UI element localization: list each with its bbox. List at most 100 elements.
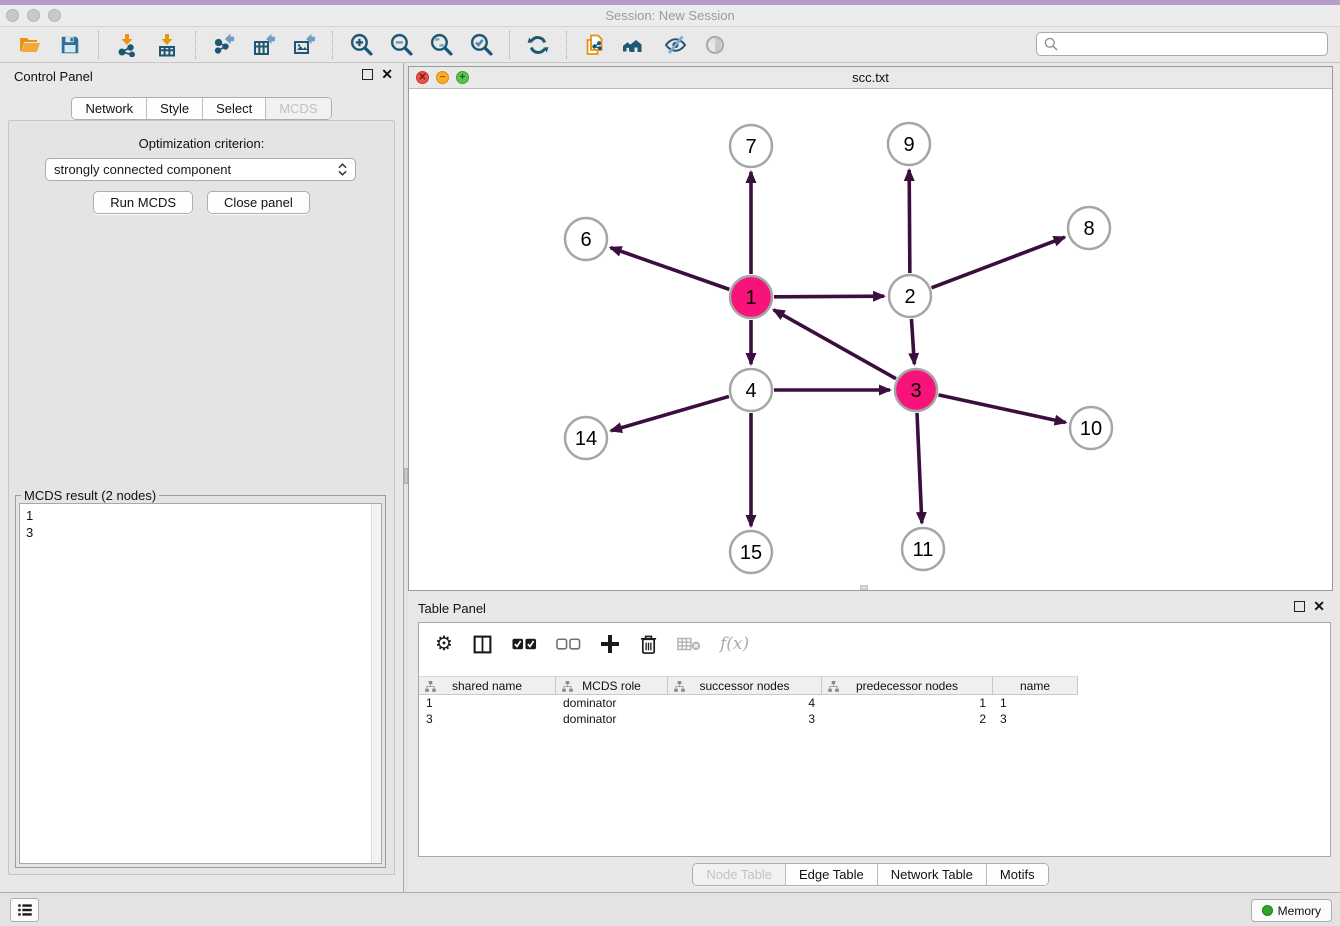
fx-icon: f(x) [720,634,749,654]
tab-edge-table[interactable]: Edge Table [786,864,878,885]
select-all-columns-button[interactable] [512,632,537,656]
cell-name[interactable]: 3 [993,712,1078,726]
table-settings-button[interactable]: ⚙ [435,632,453,656]
graph-edge-3-10[interactable] [938,395,1065,423]
graph-node-label-15: 15 [740,542,762,564]
export-table-button[interactable] [249,30,279,60]
toolbar-separator [98,31,99,59]
graph-node-label-8: 8 [1083,218,1094,240]
tab-motifs[interactable]: Motifs [987,864,1048,885]
add-column-button[interactable] [600,632,620,656]
memory-button[interactable]: Memory [1251,899,1332,922]
open-session-button[interactable] [15,30,45,60]
toolbar-separator [332,31,333,59]
zoom-fit-button[interactable] [426,30,456,60]
cell-shared-name[interactable]: 1 [419,696,556,710]
graph-edge-4-14[interactable] [611,396,729,430]
control-panel-title: Control Panel [14,69,93,84]
close-table-panel-icon[interactable]: ✕ [1313,601,1325,612]
cell-predecessor-nodes[interactable]: 2 [822,712,993,726]
clone-network-button[interactable] [580,30,610,60]
criterion-value: strongly connected component [54,162,231,177]
delete-table-button[interactable] [677,632,701,656]
mcds-result-textarea[interactable]: 1 3 [19,503,382,864]
search-box[interactable] [1036,32,1328,56]
zoom-in-button[interactable] [346,30,376,60]
canvas-scroll-grip[interactable] [860,585,868,590]
tab-style[interactable]: Style [147,98,203,119]
column-header-mcds-role[interactable]: MCDS role [556,676,668,695]
export-image-button[interactable] [289,30,319,60]
delete-column-button[interactable] [639,632,658,656]
network-canvas[interactable]: 1234678910111415 [409,89,1332,590]
zoom-out-button[interactable] [386,30,416,60]
cell-predecessor-nodes[interactable]: 1 [822,696,993,710]
graph-node-label-3: 3 [910,380,921,402]
cell-shared-name[interactable]: 3 [419,712,556,726]
graph-edge-2-3[interactable] [911,319,914,364]
graph-edge-1-2[interactable] [774,296,884,297]
cell-name[interactable]: 1 [993,696,1078,710]
float-panel-icon[interactable] [362,69,373,80]
first-neighbors-button[interactable] [620,30,650,60]
table-panel-tabbar: Node Table Edge Table Network Table Moti… [692,863,1048,886]
refresh-icon [526,33,550,57]
export-network-button[interactable] [209,30,239,60]
cell-mcds-role[interactable]: dominator [556,696,668,710]
table-row[interactable]: 3 dominator 3 2 3 [419,711,1078,727]
trash-icon [639,634,658,655]
graph-edge-3-11[interactable] [917,413,922,523]
network-window-titlebar[interactable]: ✕ − + scc.txt [409,67,1332,89]
save-session-button[interactable] [55,30,85,60]
tab-network-table[interactable]: Network Table [878,864,987,885]
cell-mcds-role[interactable]: dominator [556,712,668,726]
hide-selected-button[interactable] [660,30,690,60]
criterion-dropdown[interactable]: strongly connected component [45,158,356,181]
tab-mcds[interactable]: MCDS [266,98,330,119]
search-input[interactable] [1059,34,1327,54]
graph-node-label-7: 7 [745,136,756,158]
control-panel-tabbar: Network Style Select MCDS [71,97,331,120]
network-window-title: scc.txt [409,70,1332,85]
graph-node-label-10: 10 [1080,418,1102,440]
cell-successor-nodes[interactable]: 4 [668,696,822,710]
show-panels-button[interactable] [10,898,39,922]
memory-status-icon [1262,905,1273,916]
zoom-selected-button[interactable] [466,30,496,60]
export-table-icon [252,33,276,57]
import-table-button[interactable] [152,30,182,60]
column-header-predecessor-nodes[interactable]: predecessor nodes [822,676,993,695]
tab-select[interactable]: Select [203,98,266,119]
tab-node-table[interactable]: Node Table [693,864,786,885]
tab-network[interactable]: Network [72,98,147,119]
show-all-button[interactable] [700,30,730,60]
open-folder-icon [18,33,42,57]
table-row[interactable]: 1 dominator 4 1 1 [419,695,1078,711]
close-panel-button[interactable]: Close panel [207,191,310,214]
houses-icon [622,33,648,57]
graph-edge-2-9[interactable] [909,170,910,273]
cell-successor-nodes[interactable]: 3 [668,712,822,726]
dropdown-stepper-icon [338,163,347,176]
gear-icon: ⚙ [435,634,453,654]
mcds-result-legend: MCDS result (2 nodes) [21,488,159,503]
refresh-button[interactable] [523,30,553,60]
list-icon [16,901,34,919]
column-header-shared-name[interactable]: shared name [419,676,556,695]
close-panel-icon[interactable]: ✕ [381,69,393,80]
result-scrollbar[interactable] [371,504,381,863]
column-header-successor-nodes[interactable]: successor nodes [668,676,822,695]
toolbar-separator [509,31,510,59]
deselect-all-columns-button[interactable] [556,632,581,656]
function-builder-button[interactable]: f(x) [720,632,749,656]
import-network-button[interactable] [112,30,142,60]
graph-edge-1-6[interactable] [611,248,730,290]
graph-edge-2-8[interactable] [932,237,1065,288]
split-view-button[interactable] [472,632,493,656]
run-mcds-button[interactable]: Run MCDS [93,191,193,214]
float-table-panel-icon[interactable] [1294,601,1305,612]
import-table-icon [155,33,179,57]
graph-edge-3-1[interactable] [774,310,896,379]
table-panel-header: Table Panel ✕ [408,595,1333,621]
column-header-name[interactable]: name [993,676,1078,695]
